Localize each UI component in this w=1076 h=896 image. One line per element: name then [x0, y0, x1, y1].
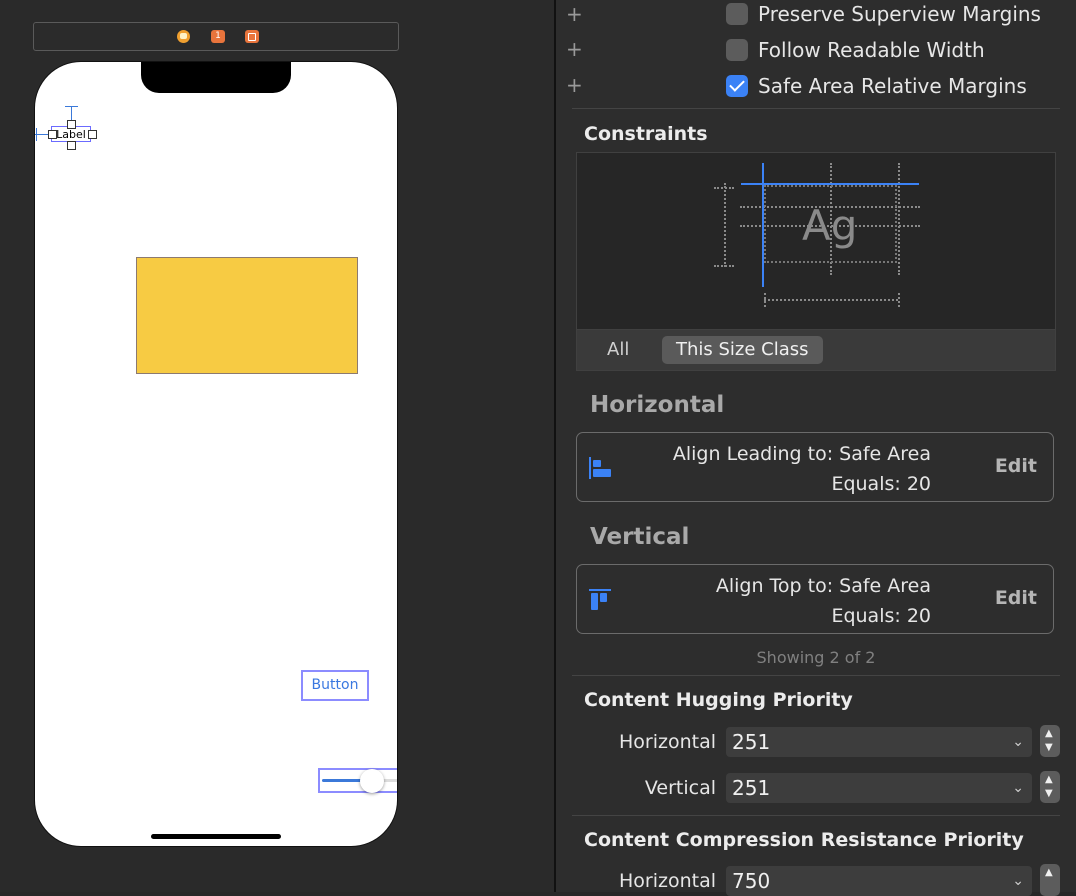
- safe-area-relative-margins-row[interactable]: Safe Area Relative Margins: [726, 74, 1027, 98]
- resize-handle-bottom[interactable]: [67, 141, 76, 150]
- edit-button[interactable]: Edit: [995, 455, 1037, 477]
- resize-handle-left[interactable]: [48, 130, 57, 139]
- hugging-vertical-label: Vertical: [644, 777, 716, 799]
- top-constraint-indicator: [741, 183, 919, 185]
- hugging-vertical-field[interactable]: 251 ⌄: [726, 773, 1032, 803]
- size-inspector: + Preserve Superview Margins + Follow Re…: [556, 0, 1076, 896]
- follow-readable-width-checkbox[interactable]: [726, 39, 748, 61]
- leading-constraint-indicator: [762, 163, 764, 287]
- chevron-down-icon[interactable]: ⌄: [1012, 727, 1024, 757]
- resize-handle-top[interactable]: [67, 120, 76, 129]
- field-value: 251: [732, 776, 771, 800]
- horizontal-title: Horizontal: [590, 392, 725, 418]
- constraint-description: Align Leading to: Safe Area: [672, 443, 931, 465]
- constraint-constant: Equals: 20: [831, 605, 931, 627]
- horizontal-constraint-card[interactable]: Align Leading to: Safe Area Equals: 20 E…: [576, 432, 1054, 502]
- constraint-constant: Equals: 20: [831, 473, 931, 495]
- exit-icon[interactable]: [245, 30, 259, 43]
- device-notch: [141, 62, 291, 93]
- guide-line: [714, 187, 734, 189]
- vertical-title: Vertical: [590, 524, 690, 550]
- stepper-down-icon[interactable]: ▼: [1045, 788, 1053, 799]
- guide-line: [714, 265, 734, 267]
- top-constraint-cap: [65, 106, 78, 107]
- stepper-up-icon[interactable]: ▲: [1045, 728, 1053, 739]
- storyboard-canvas[interactable]: 1 Label Button: [0, 0, 554, 892]
- iphone-scene[interactable]: Label Button: [35, 62, 397, 846]
- preview-text: Ag: [802, 201, 858, 250]
- yellow-view[interactable]: [136, 257, 358, 374]
- guide-line: [724, 183, 726, 267]
- content-hugging-title: Content Hugging Priority: [584, 689, 853, 711]
- separator: [572, 815, 1060, 816]
- hugging-horizontal-field[interactable]: 251 ⌄: [726, 727, 1032, 757]
- align-leading-icon: [589, 457, 611, 479]
- scene-dock: 1: [33, 22, 399, 51]
- preserve-superview-margins-row[interactable]: Preserve Superview Margins: [726, 2, 1041, 26]
- align-top-icon: [589, 589, 611, 610]
- button-element[interactable]: Button: [301, 670, 369, 701]
- constraint-preview[interactable]: Ag: [576, 152, 1056, 330]
- check-label: Preserve Superview Margins: [758, 2, 1041, 26]
- field-value: 750: [732, 869, 771, 893]
- check-label: Safe Area Relative Margins: [758, 74, 1027, 98]
- stepper-up-icon[interactable]: ▲: [1045, 867, 1053, 878]
- view-controller-icon[interactable]: [177, 30, 190, 43]
- chevron-down-icon[interactable]: ⌄: [1012, 773, 1024, 803]
- tab-this-size-class[interactable]: This Size Class: [662, 336, 823, 364]
- leading-constraint-cap: [36, 128, 37, 141]
- home-indicator: [151, 834, 281, 839]
- compression-resistance-title: Content Compression Resistance Priority: [584, 829, 1024, 851]
- hugging-vertical-stepper[interactable]: ▲ ▼: [1040, 771, 1060, 803]
- separator: [572, 675, 1060, 676]
- guide-line: [764, 293, 766, 307]
- size-class-tabs: All This Size Class: [576, 329, 1056, 371]
- safe-area-relative-margins-checkbox[interactable]: [726, 75, 748, 97]
- hugging-horizontal-label: Horizontal: [618, 731, 716, 753]
- slider-thumb[interactable]: [360, 769, 384, 793]
- guide-line: [898, 163, 900, 275]
- add-variation-icon[interactable]: +: [566, 37, 583, 61]
- first-responder-icon[interactable]: 1: [211, 30, 225, 43]
- compression-horizontal-stepper[interactable]: ▲: [1040, 864, 1060, 896]
- add-variation-icon[interactable]: +: [566, 2, 583, 26]
- check-label: Follow Readable Width: [758, 38, 985, 62]
- stepper-up-icon[interactable]: ▲: [1045, 774, 1053, 785]
- follow-readable-width-row[interactable]: Follow Readable Width: [726, 38, 985, 62]
- stepper-down-icon[interactable]: ▼: [1045, 742, 1053, 753]
- slider-element[interactable]: [318, 768, 397, 793]
- vertical-constraint-card[interactable]: Align Top to: Safe Area Equals: 20 Edit: [576, 564, 1054, 634]
- separator: [572, 108, 1060, 109]
- constraints-title: Constraints: [584, 123, 708, 145]
- showing-count: Showing 2 of 2: [756, 648, 876, 667]
- tab-all[interactable]: All: [593, 336, 643, 364]
- guide-line: [898, 293, 900, 307]
- edit-button[interactable]: Edit: [995, 587, 1037, 609]
- preserve-superview-margins-checkbox[interactable]: [726, 3, 748, 25]
- resize-handle-right[interactable]: [88, 130, 97, 139]
- constraint-description: Align Top to: Safe Area: [715, 575, 931, 597]
- compression-horizontal-label: Horizontal: [618, 870, 716, 892]
- field-value: 251: [732, 730, 771, 754]
- add-variation-icon[interactable]: +: [566, 73, 583, 97]
- hugging-horizontal-stepper[interactable]: ▲ ▼: [1040, 725, 1060, 757]
- guide-line: [764, 299, 898, 301]
